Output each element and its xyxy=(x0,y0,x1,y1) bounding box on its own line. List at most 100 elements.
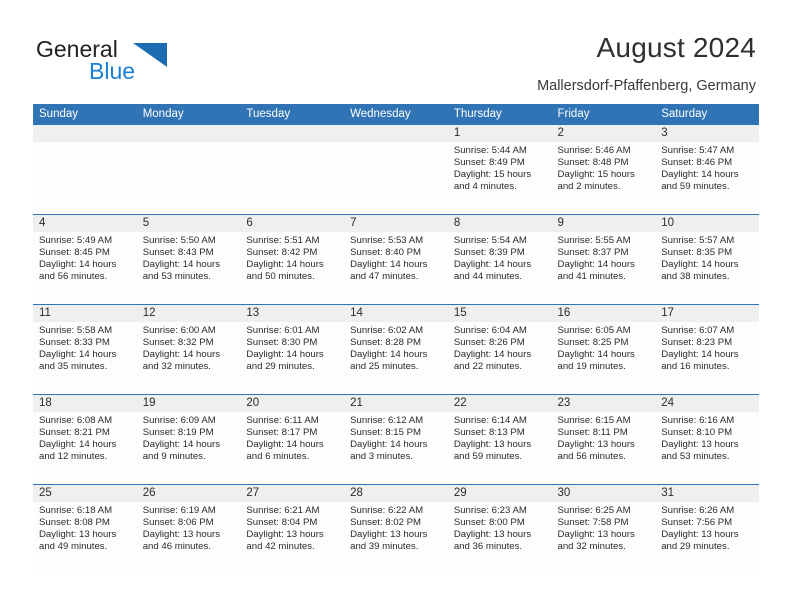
day-detail-line: Sunset: 8:10 PM xyxy=(661,427,733,439)
day-cell: Sunrise: 6:19 AM Sunset: 8:06 PM Daylight:… xyxy=(137,502,241,574)
day-detail-line: Daylight: 14 hours xyxy=(246,259,324,271)
day-number[interactable]: 13 xyxy=(240,305,344,322)
calendar-weeks: 1 2 3 Sunrise: 5:44 AM Sunset: 8:49 PM Daylig… xyxy=(33,125,759,574)
day-detail-line: Daylight: 13 hours xyxy=(661,529,739,541)
day-number[interactable]: 11 xyxy=(33,305,137,322)
day-detail-line: Daylight: 14 hours xyxy=(142,349,221,361)
day-cell: Sunrise: 6:21 AM Sunset: 8:04 PM Daylight:… xyxy=(240,502,344,574)
day-number-band: 18 19 20 21 22 23 24 xyxy=(33,395,759,412)
day-detail-line: Sunrise: 6:23 AM xyxy=(453,505,527,516)
day-detail-line: Daylight: 13 hours xyxy=(453,529,532,541)
day-number[interactable]: 21 xyxy=(344,395,448,412)
page-subtitle: Mallersdorf-Pfaffenberg, Germany xyxy=(537,78,756,94)
logo-text-blue: Blue xyxy=(89,58,136,84)
day-detail-line: Sunset: 8:06 PM xyxy=(142,517,214,529)
day-number[interactable]: 31 xyxy=(655,485,759,502)
day-detail-line: Daylight: 13 hours xyxy=(557,529,635,541)
day-detail-line: Daylight: 13 hours xyxy=(39,529,117,541)
day-detail-line: Sunset: 8:23 PM xyxy=(661,337,733,349)
day-number[interactable]: 3 xyxy=(655,125,759,142)
day-cell: Sunrise: 6:16 AM Sunset: 8:10 PM Daylight:… xyxy=(655,412,759,484)
day-detail-line: Sunset: 8:00 PM xyxy=(453,517,525,529)
page-title: August 2024 xyxy=(596,32,756,63)
day-detail-line: and 50 minutes. xyxy=(246,271,315,283)
day-cell: Sunrise: 6:25 AM Sunset: 7:58 PM Daylight:… xyxy=(552,502,656,574)
day-number[interactable]: 6 xyxy=(240,215,344,232)
day-number[interactable]: 9 xyxy=(552,215,656,232)
day-number-band: 25 26 27 28 29 30 31 xyxy=(33,485,759,502)
day-detail-line: Daylight: 13 hours xyxy=(557,439,635,451)
day-number[interactable]: 23 xyxy=(552,395,656,412)
day-number[interactable]: 16 xyxy=(552,305,656,322)
day-number[interactable]: 10 xyxy=(655,215,759,232)
day-cell-empty xyxy=(344,142,448,214)
day-detail-line: Daylight: 14 hours xyxy=(350,349,428,361)
day-detail-line: Daylight: 14 hours xyxy=(39,259,117,271)
day-detail-line: Sunrise: 5:44 AM xyxy=(453,145,527,156)
day-detail-line: Sunrise: 6:18 AM xyxy=(39,505,113,516)
day-detail-line: Daylight: 14 hours xyxy=(453,259,532,271)
day-detail-line: Sunset: 7:58 PM xyxy=(557,517,629,529)
day-detail-line: Sunset: 8:46 PM xyxy=(661,157,733,169)
day-number[interactable]: 20 xyxy=(240,395,344,412)
day-cell: Sunrise: 6:02 AM Sunset: 8:28 PM Daylight:… xyxy=(344,322,448,394)
day-cell: Sunrise: 6:04 AM Sunset: 8:26 PM Daylight:… xyxy=(448,322,552,394)
calendar-table: Sunday Monday Tuesday Wednesday Thursday Frid… xyxy=(33,104,759,574)
day-number[interactable]: 1 xyxy=(448,125,552,142)
day-number[interactable]: 7 xyxy=(344,215,448,232)
day-number-band: 4 5 6 7 8 9 10 xyxy=(33,215,759,232)
day-detail-line: Daylight: 13 hours xyxy=(350,529,428,541)
day-number[interactable]: 28 xyxy=(344,485,448,502)
day-number-empty xyxy=(33,125,137,142)
day-detail-line: Sunrise: 6:02 AM xyxy=(350,325,424,336)
day-detail-line: Daylight: 14 hours xyxy=(142,439,221,451)
day-number[interactable]: 30 xyxy=(552,485,656,502)
day-detail-line: and 44 minutes. xyxy=(453,271,523,283)
weekday-header-sunday: Sunday xyxy=(39,108,79,120)
day-number[interactable]: 15 xyxy=(448,305,552,322)
day-detail-line: Sunrise: 6:08 AM xyxy=(39,415,113,426)
day-number[interactable]: 5 xyxy=(137,215,241,232)
day-number[interactable]: 17 xyxy=(655,305,759,322)
day-detail-line: Daylight: 14 hours xyxy=(557,349,635,361)
day-number-empty xyxy=(137,125,241,142)
day-number[interactable]: 14 xyxy=(344,305,448,322)
day-detail-line: Daylight: 14 hours xyxy=(557,259,635,271)
day-cell: Sunrise: 6:22 AM Sunset: 8:02 PM Daylight:… xyxy=(344,502,448,574)
day-detail-line: Daylight: 13 hours xyxy=(453,439,532,451)
day-detail-line: Sunrise: 6:01 AM xyxy=(246,325,320,336)
day-detail-line: and 3 minutes. xyxy=(350,451,414,463)
generalblue-logo[interactable]: General Blue xyxy=(36,36,216,88)
day-detail-line: Sunset: 8:40 PM xyxy=(350,247,422,259)
day-detail-line: Sunset: 8:45 PM xyxy=(39,247,110,259)
day-cell: Sunrise: 5:47 AM Sunset: 8:46 PM Daylight:… xyxy=(655,142,759,214)
day-detail-line: Sunset: 8:39 PM xyxy=(453,247,525,259)
day-number[interactable]: 22 xyxy=(448,395,552,412)
day-number[interactable]: 4 xyxy=(33,215,137,232)
day-number[interactable]: 19 xyxy=(137,395,241,412)
day-number[interactable]: 24 xyxy=(655,395,759,412)
day-detail-line: Sunset: 8:32 PM xyxy=(142,337,214,349)
day-cell: Sunrise: 5:46 AM Sunset: 8:48 PM Daylight:… xyxy=(552,142,656,214)
day-detail-line: Sunrise: 6:16 AM xyxy=(661,415,735,426)
day-number[interactable]: 2 xyxy=(552,125,656,142)
day-detail-band: Sunrise: 5:49 AM Sunset: 8:45 PM Daylight:… xyxy=(33,232,759,304)
calendar-page: General Blue August 2024 Mallersdorf-Pfa… xyxy=(0,0,792,612)
day-detail-line: Sunset: 8:48 PM xyxy=(557,157,629,169)
day-detail-line: Sunset: 8:35 PM xyxy=(661,247,733,259)
day-number[interactable]: 18 xyxy=(33,395,137,412)
day-number[interactable]: 26 xyxy=(137,485,241,502)
day-number[interactable]: 8 xyxy=(448,215,552,232)
day-detail-line: Sunset: 8:04 PM xyxy=(246,517,318,529)
day-cell: Sunrise: 6:11 AM Sunset: 8:17 PM Daylight:… xyxy=(240,412,344,484)
day-number[interactable]: 12 xyxy=(137,305,241,322)
day-detail-line: Daylight: 14 hours xyxy=(142,259,221,271)
day-detail-line: Daylight: 14 hours xyxy=(350,259,428,271)
weekday-header-friday: Friday xyxy=(557,108,590,120)
day-detail-line: Daylight: 14 hours xyxy=(39,439,117,451)
weekday-header-thursday: Thursday xyxy=(453,108,502,120)
day-detail-line: Sunrise: 5:58 AM xyxy=(39,325,113,336)
day-number[interactable]: 29 xyxy=(448,485,552,502)
day-number[interactable]: 27 xyxy=(240,485,344,502)
day-number[interactable]: 25 xyxy=(33,485,137,502)
